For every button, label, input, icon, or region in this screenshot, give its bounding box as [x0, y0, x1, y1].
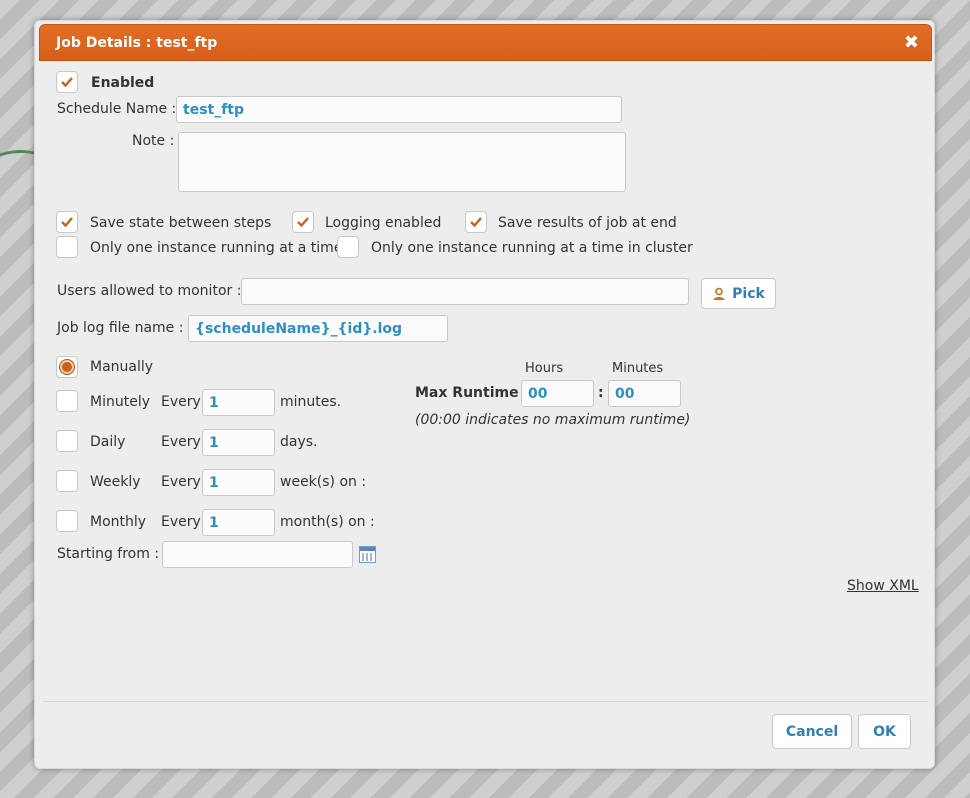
- minutes-header: Minutes: [612, 361, 664, 376]
- logging-enabled-label: Logging enabled: [325, 215, 442, 231]
- weekly-label: Weekly: [90, 474, 141, 490]
- starting-from-label: Starting from :: [57, 546, 160, 562]
- note-textarea[interactable]: [178, 132, 626, 192]
- ok-button-label: OK: [873, 723, 896, 740]
- pick-button[interactable]: Pick: [701, 278, 776, 309]
- monthly-label: Monthly: [90, 514, 147, 530]
- daily-interval-input[interactable]: [202, 429, 275, 456]
- minutely-unit: minutes.: [280, 394, 342, 410]
- schedule-name-input[interactable]: [176, 96, 622, 123]
- check-icon: [470, 217, 482, 228]
- weekly-unit: week(s) on :: [280, 474, 367, 490]
- monthly-every-label: Every: [161, 514, 201, 530]
- max-runtime-label: Max Runtime :: [415, 385, 530, 401]
- starting-from-input[interactable]: [162, 541, 353, 568]
- max-runtime-hint: (00:00 indicates no maximum runtime): [415, 412, 691, 428]
- minutely-every-label: Every: [161, 394, 201, 410]
- one-instance-cluster-checkbox[interactable]: [337, 236, 359, 258]
- log-file-label: Job log file name :: [57, 320, 184, 336]
- logging-enabled-checkbox[interactable]: [292, 211, 314, 233]
- users-monitor-input[interactable]: [241, 278, 689, 305]
- save-state-label: Save state between steps: [90, 215, 272, 231]
- enabled-label: Enabled: [91, 75, 155, 91]
- max-runtime-hours-input[interactable]: [521, 380, 594, 407]
- user-icon: [713, 287, 725, 300]
- log-file-input[interactable]: [188, 315, 448, 342]
- manually-radio[interactable]: [56, 356, 78, 378]
- cancel-button[interactable]: Cancel: [772, 714, 852, 749]
- max-runtime-separator: :: [598, 385, 604, 401]
- one-instance-checkbox[interactable]: [56, 236, 78, 258]
- ok-button[interactable]: OK: [858, 714, 911, 749]
- users-monitor-label: Users allowed to monitor :: [57, 283, 242, 299]
- daily-unit: days.: [280, 434, 318, 450]
- dialog-title: Job Details : test_ftp: [56, 35, 218, 51]
- check-icon: [61, 77, 73, 88]
- dialog-titlebar[interactable]: Job Details : test_ftp ✖: [39, 24, 932, 61]
- monthly-unit: month(s) on :: [280, 514, 375, 530]
- daily-label: Daily: [90, 434, 126, 450]
- pick-button-label: Pick: [732, 285, 765, 302]
- cancel-button-label: Cancel: [785, 723, 839, 740]
- check-icon: [61, 217, 73, 228]
- monthly-radio[interactable]: [56, 510, 78, 532]
- save-results-checkbox[interactable]: [465, 211, 487, 233]
- note-label: Note :: [132, 133, 175, 149]
- save-results-label: Save results of job at end: [498, 215, 677, 231]
- radio-selected-icon: [60, 360, 74, 374]
- weekly-interval-input[interactable]: [202, 469, 275, 496]
- show-xml-link[interactable]: Show XML: [847, 578, 919, 594]
- monthly-interval-input[interactable]: [202, 509, 275, 536]
- one-instance-label: Only one instance running at a time: [90, 240, 343, 256]
- daily-radio[interactable]: [56, 430, 78, 452]
- enabled-checkbox[interactable]: [56, 71, 78, 93]
- schedule-name-label: Schedule Name :: [57, 101, 177, 117]
- max-runtime-minutes-input[interactable]: [608, 380, 681, 407]
- calendar-icon[interactable]: [359, 546, 376, 563]
- weekly-radio[interactable]: [56, 470, 78, 492]
- manually-label: Manually: [90, 359, 154, 375]
- minutely-label: Minutely: [90, 394, 150, 410]
- footer-divider: [43, 701, 928, 702]
- one-instance-cluster-label: Only one instance running at a time in c…: [371, 240, 693, 256]
- weekly-every-label: Every: [161, 474, 201, 490]
- check-icon: [297, 217, 309, 228]
- job-details-dialog: Job Details : test_ftp ✖ Enabled Schedul…: [34, 20, 935, 769]
- save-state-checkbox[interactable]: [56, 211, 78, 233]
- daily-every-label: Every: [161, 434, 201, 450]
- close-icon[interactable]: ✖: [904, 32, 919, 53]
- hours-header: Hours: [525, 361, 564, 376]
- minutely-interval-input[interactable]: [202, 389, 275, 416]
- minutely-radio[interactable]: [56, 390, 78, 412]
